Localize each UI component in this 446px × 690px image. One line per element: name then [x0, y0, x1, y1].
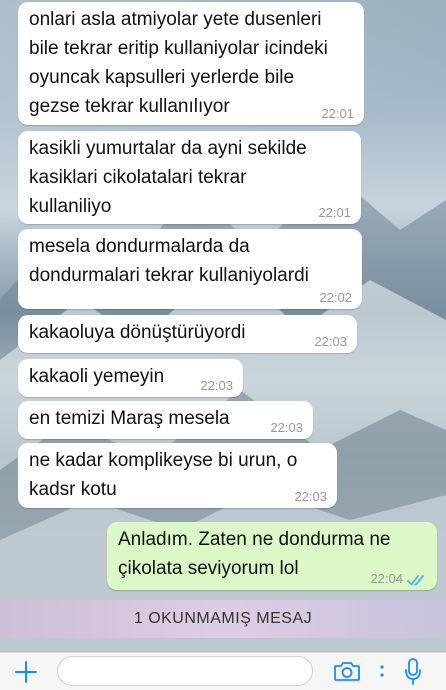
microphone-icon[interactable]: [403, 657, 423, 687]
message-text: onlari asla atmiyolar yete dusenleri bil…: [29, 9, 328, 117]
message-bubble[interactable]: mesela dondurmalarda da dondurmalari tek…: [18, 229, 362, 309]
message-bubble[interactable]: en temizi Maraş mesela 22:03: [18, 401, 313, 439]
message-bubble[interactable]: onlari asla atmiyolar yete dusenleri bil…: [18, 2, 364, 125]
message-text: en temizi Maraş mesela: [29, 408, 230, 429]
message-time: 22:02: [319, 290, 352, 305]
message-text-field[interactable]: [57, 656, 313, 686]
message-bubble[interactable]: kakaoluya dönüştürüyordi 22:03: [18, 315, 357, 353]
double-check-icon: [407, 575, 424, 586]
plus-icon[interactable]: [14, 660, 38, 684]
message-time: 22:03: [200, 378, 233, 393]
outgoing-message-bubble[interactable]: Anladım. Zaten ne dondurma ne çikolata s…: [107, 522, 437, 590]
message-text: kasikli yumurtalar da ayni sekilde kasik…: [29, 138, 307, 217]
message-time: 22:04: [370, 571, 403, 586]
camera-icon[interactable]: [333, 659, 361, 683]
message-text: ne kadar komplikeyse bi urun, o kadsr ko…: [29, 450, 298, 500]
message-time: 22:03: [294, 489, 327, 504]
message-text: kakaoluya dönüştürüyordi: [29, 322, 246, 343]
message-input-bar: [0, 652, 446, 690]
message-time: 22:03: [270, 420, 303, 435]
message-text: mesela dondurmalarda da dondurmalari tek…: [29, 236, 309, 286]
unread-banner-label: 1 OKUNMAMIŞ MESAJ: [133, 610, 313, 627]
message-bubble[interactable]: kakaoli yemeyin 22:03: [18, 359, 243, 397]
message-bubble[interactable]: kasikli yumurtalar da ayni sekilde kasik…: [18, 131, 361, 224]
message-time: 22:03: [314, 334, 347, 349]
message-time: 22:01: [321, 106, 354, 121]
message-time: 22:01: [318, 205, 351, 220]
message-bubble[interactable]: ne kadar komplikeyse bi urun, o kadsr ko…: [18, 443, 337, 508]
message-list[interactable]: onlari asla atmiyolar yete dusenleri bil…: [0, 0, 446, 600]
unread-messages-banner: 1 OKUNMAMIŞ MESAJ: [0, 600, 446, 638]
vertical-dots-icon[interactable]: [379, 661, 385, 681]
